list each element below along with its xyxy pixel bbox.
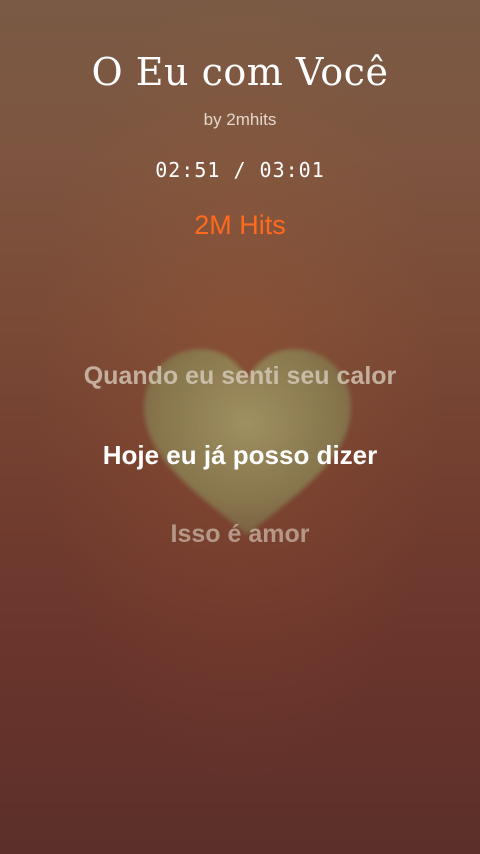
- lyric-current-line: Hoje eu já posso dizer: [102, 440, 378, 470]
- brand-label[interactable]: 2M Hits: [0, 210, 480, 241]
- song-title: O Eu com Você: [91, 50, 389, 94]
- artist-label: by 2mhits: [203, 110, 277, 129]
- playback-time: 02:51 / 03:01: [155, 158, 325, 182]
- lyric-previous-line: Quando eu senti seu calor: [83, 362, 397, 390]
- lyric-next-line: Isso é amor: [170, 520, 310, 548]
